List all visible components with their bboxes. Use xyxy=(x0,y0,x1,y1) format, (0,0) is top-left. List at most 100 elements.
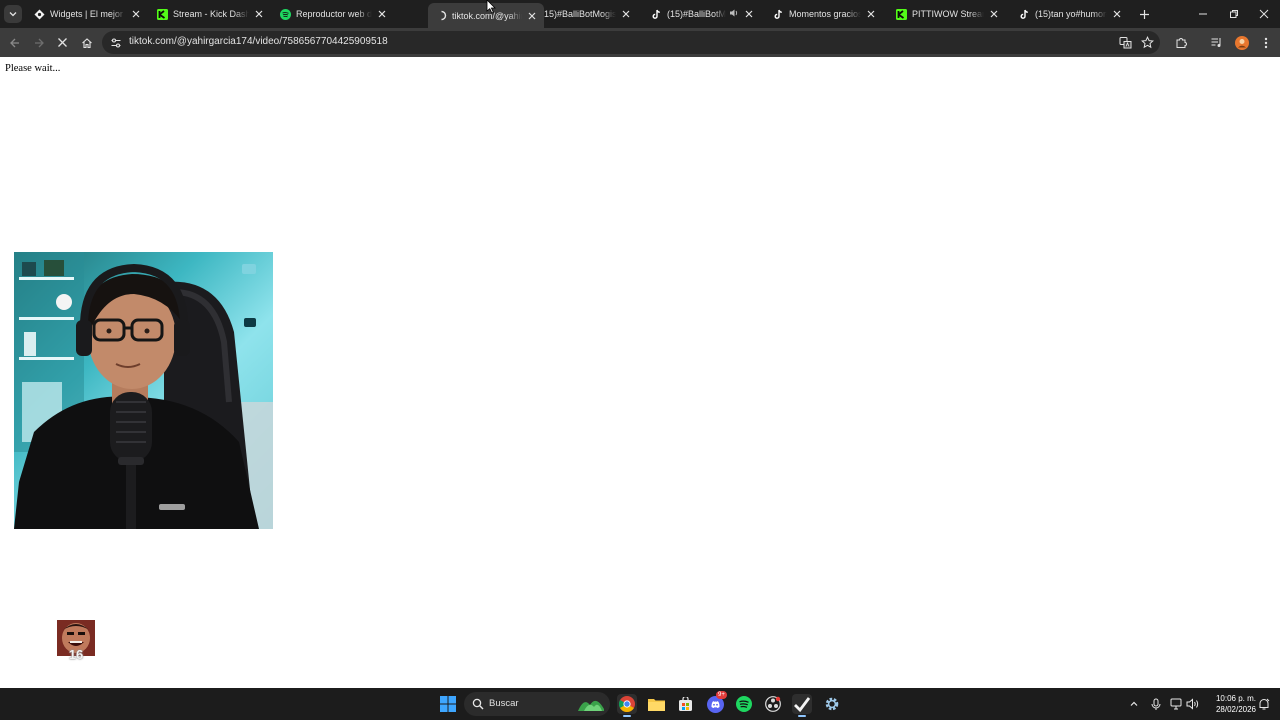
browser-toolbar: tiktok.com/@yahirgarcia174/video/7586567… xyxy=(0,28,1280,57)
forward-button[interactable] xyxy=(30,34,47,51)
tiktok-icon xyxy=(651,9,662,20)
tab-ballibot-1[interactable]: 15)#BalliBotMogis # xyxy=(537,3,638,25)
tab-title: Stream - Kick Dashbo xyxy=(173,9,249,19)
address-bar[interactable]: tiktok.com/@yahirgarcia174/video/7586567… xyxy=(102,31,1160,54)
profile-avatar-icon xyxy=(1234,35,1249,50)
kick-icon xyxy=(157,8,168,20)
close-tab-icon[interactable] xyxy=(865,8,877,20)
tray-overflow-button[interactable] xyxy=(1126,696,1142,712)
search-icon xyxy=(472,698,484,710)
taskbar-streaming-app[interactable] xyxy=(792,694,812,717)
close-tab-icon[interactable] xyxy=(743,8,755,20)
close-tab-icon[interactable] xyxy=(988,8,1000,20)
chrome-icon xyxy=(619,696,635,712)
taskbar-file-explorer[interactable] xyxy=(646,694,666,714)
tray-network[interactable] xyxy=(1168,696,1184,712)
tab-momentos-graciosos[interactable]: Momentos graciosos xyxy=(765,3,883,25)
tab-search-button[interactable] xyxy=(4,5,22,23)
taskbar-discord[interactable]: 9+ xyxy=(705,691,727,714)
close-icon xyxy=(1259,9,1269,19)
taskbar-clock[interactable]: 10:06 p. m. 28/02/2026 xyxy=(1200,693,1256,715)
kick-icon xyxy=(896,8,907,20)
close-tab-icon[interactable] xyxy=(376,8,388,20)
puzzle-icon xyxy=(1176,38,1187,48)
tray-notifications[interactable] xyxy=(1256,696,1272,712)
tab-ballibot-2[interactable]: (15)#BalliBotMog xyxy=(643,3,761,25)
checkmark-app-icon xyxy=(794,697,810,712)
tab-title: (15)#BalliBotMog xyxy=(667,9,726,19)
close-window-button[interactable] xyxy=(1256,6,1272,22)
tab-kick-dashboard[interactable]: Stream - Kick Dashbo xyxy=(149,3,271,25)
windows-logo-icon xyxy=(440,696,456,712)
tab-pittiwow-stream[interactable]: PITTIWOW Stream - xyxy=(888,3,1006,25)
browser-menu-button[interactable] xyxy=(1257,34,1274,51)
speaker-icon xyxy=(1186,698,1199,710)
tab-title: 15)#BalliBotMogis # xyxy=(544,9,616,19)
restore-button[interactable] xyxy=(1226,6,1242,22)
close-tab-icon[interactable] xyxy=(253,8,265,20)
taskbar-obs-recording[interactable] xyxy=(763,694,783,714)
chevron-down-icon xyxy=(9,12,17,17)
tab-title: Widgets | El mejor so xyxy=(50,9,126,19)
notification-bell-icon xyxy=(1259,698,1270,709)
back-button[interactable] xyxy=(6,34,23,51)
spotify-icon xyxy=(280,8,291,20)
arrow-right-icon xyxy=(34,38,44,47)
loading-status-text: Please wait... xyxy=(5,63,61,74)
taskbar-spotify[interactable] xyxy=(734,694,754,714)
folder-icon xyxy=(647,699,665,711)
tab-title: Momentos graciosos xyxy=(789,9,861,19)
arrow-left-icon xyxy=(9,38,19,47)
start-button[interactable] xyxy=(438,694,458,714)
close-tab-icon[interactable] xyxy=(130,8,142,20)
home-icon xyxy=(81,37,92,48)
discord-badge: 9+ xyxy=(716,691,727,699)
clock-date: 28/02/2026 xyxy=(1215,705,1256,714)
spotify-icon xyxy=(736,696,752,712)
tab-tan-yo-humor[interactable]: (15)tan yo#humor# xyxy=(1011,3,1129,25)
profile-avatar-button[interactable] xyxy=(1233,34,1250,51)
speaker-icon[interactable] xyxy=(729,8,739,20)
close-tab-icon[interactable] xyxy=(620,8,632,20)
tiktok-icon xyxy=(1019,9,1030,20)
site-settings-icon[interactable] xyxy=(108,35,123,50)
tab-spotify-web-player[interactable]: Reproductor web de xyxy=(272,3,394,25)
restore-icon xyxy=(1230,10,1238,18)
taskbar-settings[interactable] xyxy=(822,694,842,714)
tiktok-icon xyxy=(773,9,784,20)
translate-icon[interactable] xyxy=(1118,35,1133,50)
page-content: Please wait... 16 xyxy=(0,57,1280,688)
network-icon xyxy=(1170,698,1181,710)
taskbar-chrome[interactable] xyxy=(617,694,637,717)
close-tab-icon[interactable] xyxy=(1111,8,1123,20)
new-tab-button[interactable] xyxy=(1136,6,1152,22)
music-queue-icon xyxy=(1211,38,1221,47)
stop-loading-button[interactable] xyxy=(54,34,71,51)
url-text[interactable]: tiktok.com/@yahirgarcia174/video/7586567… xyxy=(129,36,388,47)
taskbar-microsoft-store[interactable] xyxy=(675,694,695,714)
microphone-icon xyxy=(1151,698,1161,710)
minimize-button[interactable] xyxy=(1195,6,1211,22)
windows-taskbar: Buscar 9+ 10:06 p. m. 28/02/2026 xyxy=(0,688,1280,720)
tab-widgets[interactable]: Widgets | El mejor so xyxy=(26,3,148,25)
more-vertical-icon xyxy=(1264,37,1267,48)
tray-volume[interactable] xyxy=(1185,696,1201,712)
search-highlight-icon xyxy=(578,700,604,711)
clock-time: 10:06 p. m. xyxy=(1215,694,1256,703)
store-icon xyxy=(678,696,692,711)
close-icon xyxy=(58,38,67,47)
bookmark-star-icon[interactable] xyxy=(1140,35,1155,50)
emote-count: 16 xyxy=(68,647,84,662)
tab-strip: Widgets | El mejor so Stream - Kick Dash… xyxy=(0,0,1280,28)
plus-icon xyxy=(1139,9,1149,19)
widgets-icon xyxy=(34,9,45,20)
extensions-button[interactable] xyxy=(1173,34,1190,51)
loading-spinner-icon xyxy=(436,10,447,21)
home-button[interactable] xyxy=(78,34,95,51)
gear-icon xyxy=(825,697,839,711)
tab-title: PITTIWOW Stream - xyxy=(912,9,984,19)
webcam-overlay xyxy=(14,252,273,529)
media-controls-button[interactable] xyxy=(1208,34,1225,51)
taskbar-search[interactable]: Buscar xyxy=(464,692,610,716)
tray-microphone[interactable] xyxy=(1148,696,1164,712)
